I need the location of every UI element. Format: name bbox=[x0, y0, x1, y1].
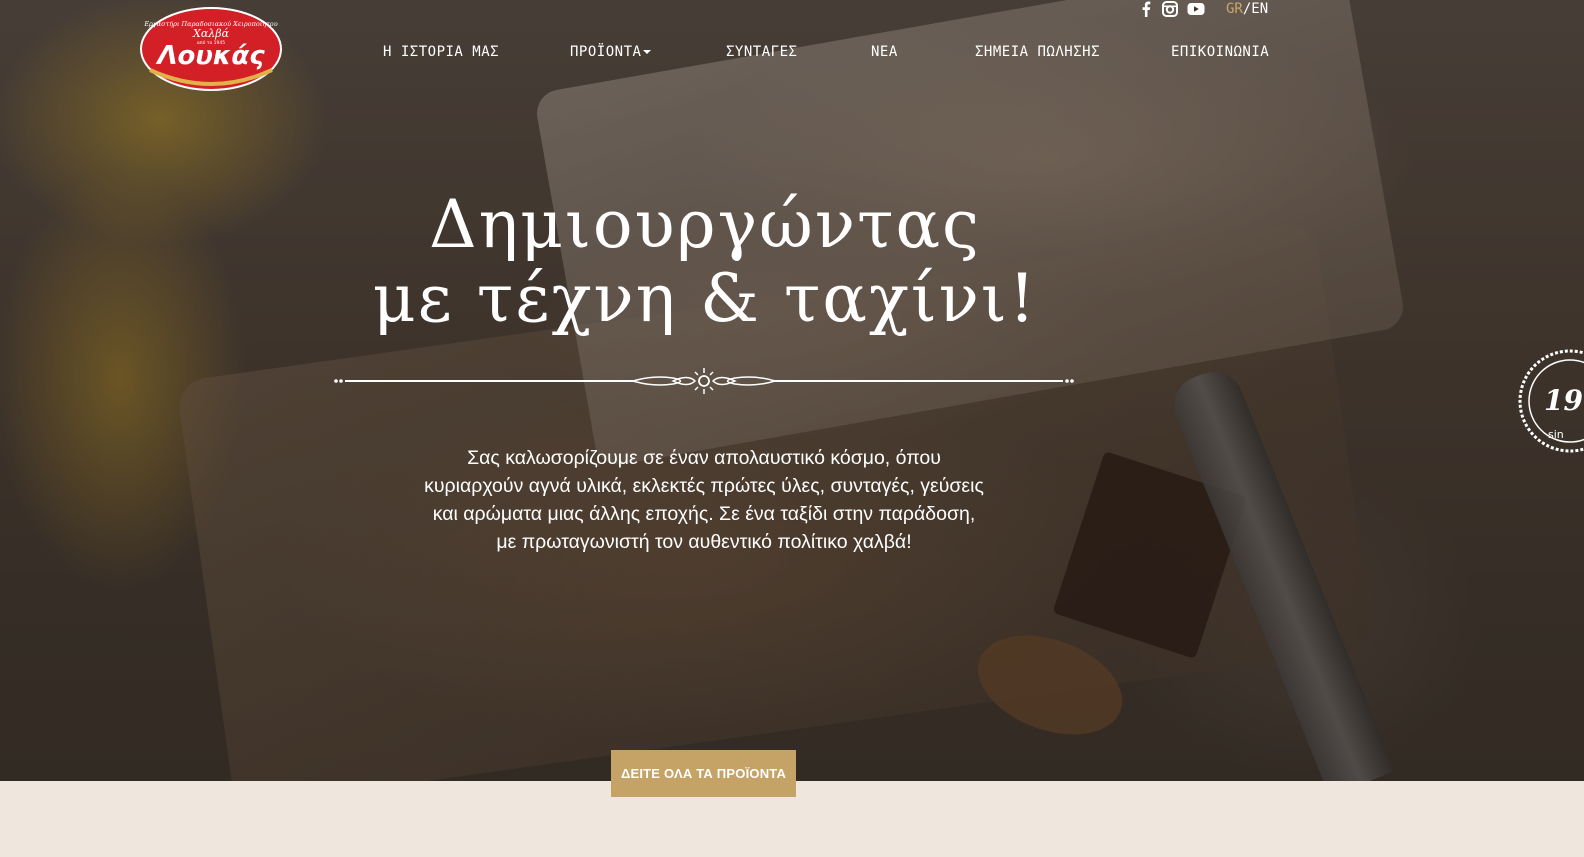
seal-small-text: sin bbox=[1548, 428, 1564, 441]
seal-year-text: 19 bbox=[1544, 384, 1583, 417]
intro-line: με πρωταγωνιστή τον αυθεντικό πολίτικο χ… bbox=[496, 531, 912, 553]
hero-title-line-2: με τέχνη & ταχίνι! bbox=[372, 260, 1038, 337]
logo-sub-text: Χαλβά bbox=[192, 27, 230, 40]
nav-item-points-of-sale[interactable]: ΣΗΜΕΙΑ ΠΩΛΗΣΗΣ bbox=[975, 44, 1100, 60]
almond-shape bbox=[964, 617, 1136, 753]
ornament-divider bbox=[333, 366, 1075, 396]
since-seal-badge: 19 sin bbox=[1518, 346, 1584, 456]
knife-shape bbox=[1165, 362, 1395, 781]
intro-line: Σας καλωσορίζουμε σε έναν απολαυστικό κό… bbox=[467, 447, 941, 469]
chocolate-shape bbox=[1052, 450, 1248, 660]
main-nav: Η ΙΣΤΟΡΙΑ ΜΑΣ ΠΡΟΪΟΝΤΑ ΣΥΝΤΑΓΕΣ ΝΕΑ ΣΗΜΕ… bbox=[0, 44, 1584, 68]
nav-item-history[interactable]: Η ΙΣΤΟΡΙΑ ΜΑΣ bbox=[383, 44, 499, 60]
instagram-icon[interactable] bbox=[1162, 1, 1178, 21]
facebook-icon[interactable] bbox=[1141, 1, 1151, 21]
hero-intro-text: Σας καλωσορίζουμε σε έναν απολαυστικό κό… bbox=[390, 444, 1018, 556]
chevron-down-icon bbox=[643, 50, 652, 54]
nav-item-recipes[interactable]: ΣΥΝΤΑΓΕΣ bbox=[726, 44, 797, 60]
lang-gr[interactable]: GR bbox=[1226, 1, 1243, 17]
intro-line: και αρώματα μιας άλλης εποχής. Σε ένα τα… bbox=[432, 503, 976, 525]
youtube-icon[interactable] bbox=[1187, 1, 1205, 21]
view-all-products-button[interactable]: ΔΕΙΤΕ ΟΛΑ ΤΑ ΠΡΟΪΟΝΤΑ bbox=[611, 750, 796, 797]
nav-item-contact[interactable]: ΕΠΙΚΟΙΝΩΝΙΑ bbox=[1171, 44, 1269, 60]
nav-item-products[interactable]: ΠΡΟΪΟΝΤΑ bbox=[570, 44, 652, 60]
hero-title: Δημιουργώντας με τέχνη & ταχίνι! bbox=[360, 188, 1050, 336]
hero-title-line-1: Δημιουργώντας bbox=[428, 186, 982, 263]
lang-en[interactable]: EN bbox=[1251, 1, 1268, 17]
language-switch: GR/EN bbox=[1226, 1, 1268, 17]
nav-item-products-label: ΠΡΟΪΟΝΤΑ bbox=[570, 44, 642, 60]
nav-item-news[interactable]: ΝΕΑ bbox=[871, 44, 898, 60]
intro-line: κυριαρχούν αγνά υλικά, εκλεκτές πρώτες ύ… bbox=[424, 475, 984, 497]
